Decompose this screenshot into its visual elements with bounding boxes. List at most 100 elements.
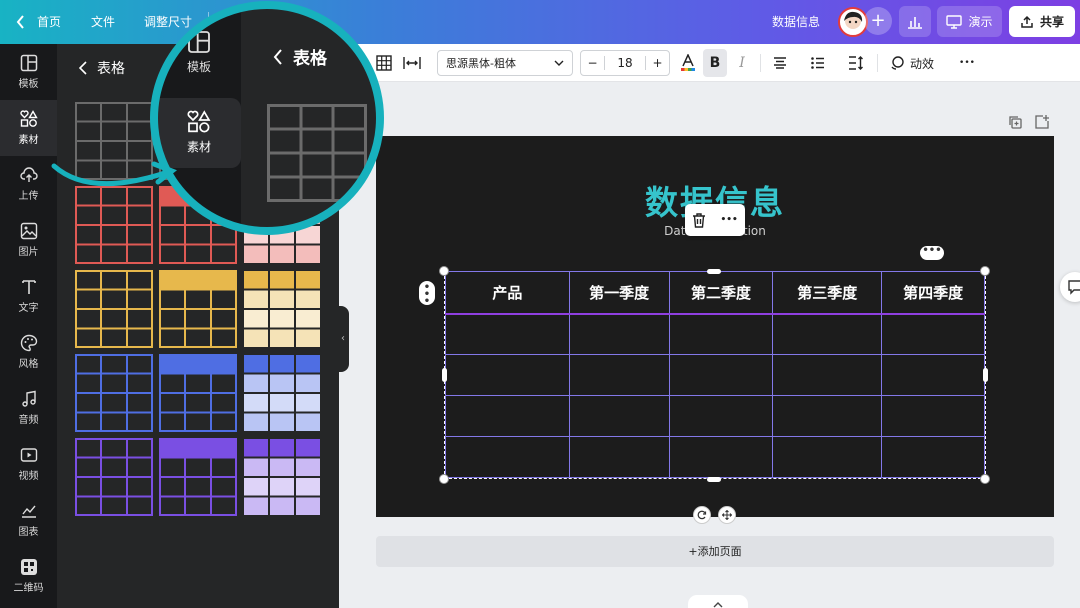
animate-button[interactable]: 动效 bbox=[887, 49, 937, 77]
back-chevron-icon[interactable] bbox=[16, 0, 26, 44]
table-template[interactable] bbox=[159, 438, 237, 516]
italic-button[interactable]: I bbox=[731, 49, 753, 77]
duplicate-page-icon[interactable] bbox=[1007, 114, 1023, 130]
table-cell[interactable] bbox=[881, 313, 985, 355]
rail-label: 素材 bbox=[18, 135, 39, 146]
table-cell[interactable] bbox=[668, 313, 774, 355]
resize-handle-top-right[interactable] bbox=[980, 266, 990, 276]
resize-handle-bottom-right[interactable] bbox=[980, 474, 990, 484]
rail-item-charts[interactable]: 图表 bbox=[0, 492, 57, 548]
row-menu-button[interactable]: • • • bbox=[419, 281, 435, 307]
table-template[interactable] bbox=[243, 270, 321, 348]
table-cell[interactable] bbox=[881, 436, 985, 478]
table-template[interactable] bbox=[243, 354, 321, 432]
table-template[interactable] bbox=[159, 270, 237, 348]
rail-label: 风格 bbox=[18, 359, 39, 370]
table-header-cell[interactable]: 第四季度 bbox=[881, 271, 985, 315]
table-cell[interactable] bbox=[568, 436, 670, 478]
table-cell[interactable] bbox=[445, 436, 570, 478]
line-spacing-button[interactable] bbox=[845, 49, 867, 77]
text-color-button[interactable] bbox=[677, 49, 699, 77]
rail-item-styles[interactable]: 风格 bbox=[0, 324, 57, 380]
table-cell[interactable] bbox=[445, 313, 570, 355]
table-template[interactable] bbox=[75, 270, 153, 348]
table-header-cell[interactable]: 第二季度 bbox=[668, 271, 774, 315]
table-cell[interactable] bbox=[668, 395, 774, 437]
bold-button[interactable]: B bbox=[703, 49, 727, 77]
table-cell[interactable] bbox=[568, 313, 670, 355]
file-menu[interactable]: 文件 bbox=[91, 0, 115, 44]
font-family-select[interactable]: 思源黑体-粗体 bbox=[437, 50, 573, 76]
list-button[interactable] bbox=[807, 49, 829, 77]
table-cell[interactable] bbox=[445, 354, 570, 396]
rail-item-templates[interactable]: 模板 bbox=[0, 44, 57, 100]
rail-item-photos[interactable]: 图片 bbox=[0, 212, 57, 268]
table-cell[interactable] bbox=[568, 395, 670, 437]
table-cell[interactable] bbox=[568, 354, 670, 396]
table-template[interactable] bbox=[243, 438, 321, 516]
table-cell[interactable] bbox=[668, 436, 774, 478]
rail-item-text[interactable]: 文字 bbox=[0, 268, 57, 324]
resize-handle-top-left[interactable] bbox=[439, 266, 449, 276]
add-page-icon[interactable] bbox=[1034, 114, 1050, 130]
table-header-cell[interactable]: 第三季度 bbox=[772, 271, 883, 315]
rail-item-uploads[interactable]: 上传 bbox=[0, 156, 57, 212]
back-chevron-icon bbox=[79, 61, 87, 75]
insights-button[interactable] bbox=[899, 6, 931, 37]
table-template[interactable] bbox=[75, 354, 153, 432]
panel-header[interactable]: 表格 bbox=[79, 58, 125, 78]
more-icon[interactable]: ••• bbox=[721, 215, 738, 225]
text-color-icon bbox=[681, 54, 695, 71]
more-options-button[interactable]: ••• bbox=[955, 49, 979, 77]
table-cell[interactable] bbox=[772, 436, 883, 478]
align-button[interactable] bbox=[769, 49, 791, 77]
rail-item-videos[interactable]: 视频 bbox=[0, 436, 57, 492]
table-grid-button[interactable] bbox=[372, 49, 396, 77]
rail-item-audio[interactable]: 音频 bbox=[0, 380, 57, 436]
move-handle[interactable] bbox=[718, 506, 736, 524]
editor-window: 首页 文件 调整尺寸 数据信息 + 演示 共享 模板 素材 bbox=[0, 0, 1080, 608]
table-cell[interactable] bbox=[881, 354, 985, 396]
document-title[interactable]: 数据信息 bbox=[772, 0, 820, 44]
panel-collapse-handle[interactable]: ‹ bbox=[337, 306, 349, 372]
rotate-handle[interactable] bbox=[693, 506, 711, 524]
spacing-button[interactable] bbox=[400, 49, 424, 77]
table-cell[interactable] bbox=[772, 354, 883, 396]
font-size-decrease-button[interactable]: − bbox=[581, 56, 605, 70]
font-size-increase-button[interactable]: + bbox=[645, 56, 669, 70]
page-drawer-toggle[interactable] bbox=[688, 595, 748, 608]
table-header-cell[interactable]: 产品 bbox=[445, 271, 570, 315]
resize-handle-top[interactable] bbox=[707, 269, 721, 274]
table-cell[interactable] bbox=[772, 395, 883, 437]
table-more-button[interactable]: ••• bbox=[920, 246, 944, 260]
resize-handle-bottom-left[interactable] bbox=[439, 474, 449, 484]
resize-handle-left[interactable] bbox=[442, 368, 447, 382]
table-cell[interactable] bbox=[668, 354, 774, 396]
chevron-up-icon bbox=[713, 602, 723, 608]
font-size-input[interactable]: 18 bbox=[605, 56, 645, 70]
resize-handle-bottom[interactable] bbox=[707, 477, 721, 482]
table-cell[interactable] bbox=[881, 395, 985, 437]
rail-label: 音频 bbox=[18, 415, 39, 426]
table-cell[interactable] bbox=[445, 395, 570, 437]
rail-item-elements[interactable]: 素材 bbox=[0, 100, 57, 156]
share-button[interactable]: 共享 bbox=[1009, 6, 1075, 37]
present-button[interactable]: 演示 bbox=[937, 6, 1002, 37]
table-header-cell[interactable]: 第一季度 bbox=[568, 271, 670, 315]
add-collaborator-button[interactable]: + bbox=[864, 7, 892, 35]
rail-item-qr-code[interactable]: 二维码 bbox=[0, 548, 57, 604]
add-page-button[interactable]: +添加页面 bbox=[376, 536, 1054, 567]
trash-icon[interactable] bbox=[692, 212, 706, 228]
table-template[interactable] bbox=[75, 438, 153, 516]
layout-icon bbox=[20, 54, 37, 72]
data-table[interactable]: 产品 第一季度 第二季度 第三季度 第四季度 bbox=[445, 271, 985, 478]
comment-button[interactable] bbox=[1060, 272, 1080, 302]
home-link[interactable]: 首页 bbox=[37, 0, 61, 44]
font-size-stepper: − 18 + bbox=[580, 50, 670, 76]
table-template[interactable] bbox=[159, 354, 237, 432]
table-cell[interactable] bbox=[772, 313, 883, 355]
left-rail: 模板 素材 上传 图片 文字 风格 音频 视频 图表 二维码 bbox=[0, 44, 57, 608]
table-grid-icon bbox=[376, 55, 392, 71]
rail-label: 文字 bbox=[18, 303, 39, 314]
resize-handle-right[interactable] bbox=[983, 368, 988, 382]
